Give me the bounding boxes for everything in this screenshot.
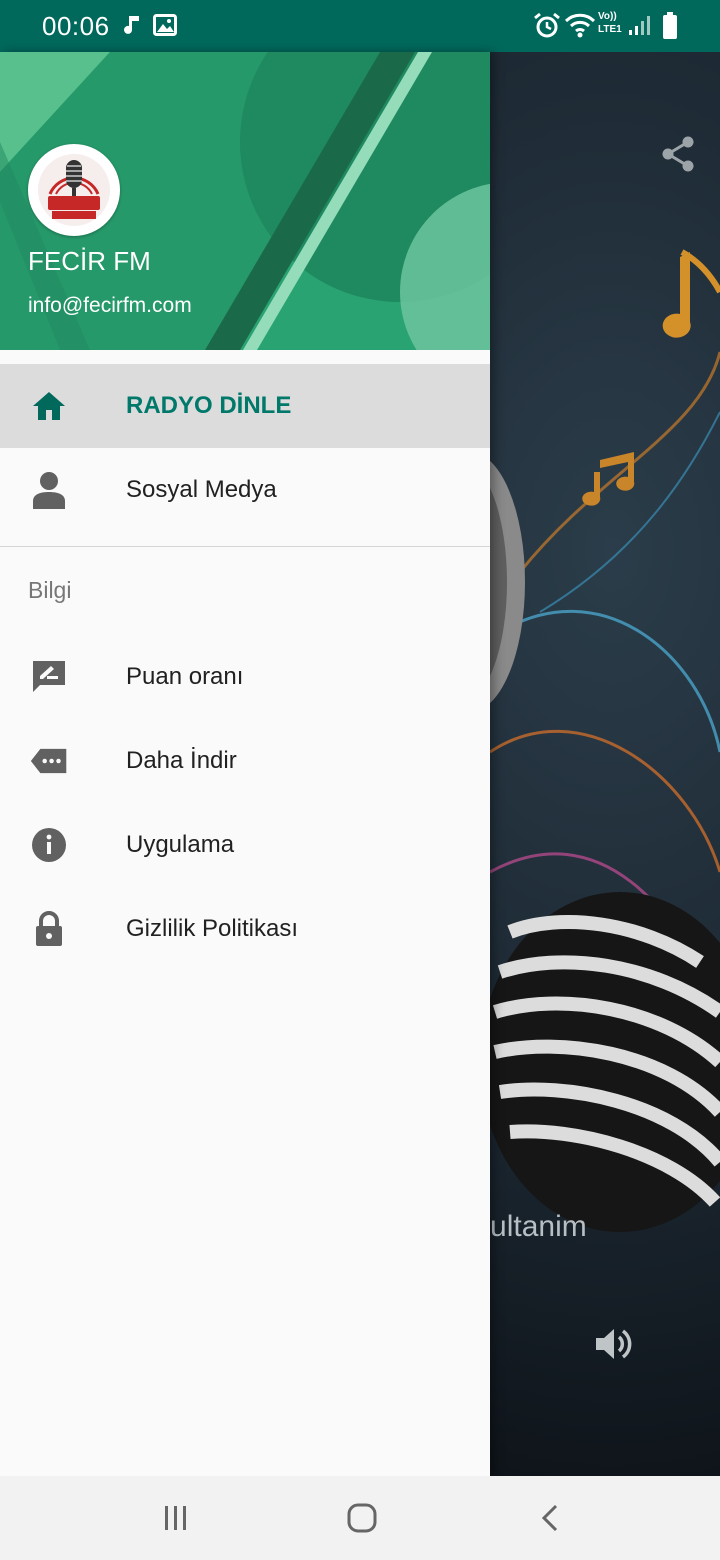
drawer-menu: RADYO DİNLE Sosyal Medya Bilgi Puan oran… [0, 364, 490, 971]
menu-item-label: RADYO DİNLE [126, 392, 292, 419]
menu-item-gizlilik-politikasi[interactable]: Gizlilik Politikası [0, 887, 490, 971]
music-note-icon [122, 14, 142, 43]
section-title: Bilgi [28, 577, 72, 603]
volte-label-bottom: LTE1 [598, 24, 622, 35]
status-bar: 00:06 Vo)) LTE1 [0, 0, 720, 52]
menu-item-sosyal-medya[interactable]: Sosyal Medya [0, 448, 490, 532]
menu-item-label: Gizlilik Politikası [126, 915, 299, 942]
info-icon [30, 827, 68, 863]
battery-icon [662, 12, 678, 45]
menu-item-label: Daha İndir [126, 747, 237, 774]
share-icon[interactable] [660, 134, 696, 174]
drawer-header: FECİR FM info@fecirfm.com [0, 52, 490, 350]
recent-apps-icon[interactable] [156, 1500, 196, 1536]
volume-icon[interactable] [590, 1322, 634, 1366]
menu-item-daha-indir[interactable]: Daha İndir [0, 719, 490, 803]
back-icon[interactable] [530, 1500, 570, 1536]
home-button-icon[interactable] [342, 1500, 382, 1536]
person-icon [30, 472, 68, 509]
drawer-email: info@fecirfm.com [28, 294, 192, 317]
drawer-app-name: FECİR FM [28, 246, 151, 276]
image-icon [153, 14, 177, 41]
menu-item-label: Sosyal Medya [126, 476, 277, 503]
avatar [28, 144, 120, 236]
wifi-icon [564, 12, 596, 43]
menu-item-uygulama[interactable]: Uygulama [0, 803, 490, 887]
lock-icon [30, 911, 68, 947]
menu-item-puan-orani[interactable]: Puan oranı [0, 635, 490, 719]
status-time: 00:06 [42, 11, 110, 41]
fecir-fm-logo [30, 146, 118, 234]
rate-review-icon [30, 659, 68, 695]
menu-item-label: Puan oranı [126, 663, 244, 690]
alarm-icon [533, 12, 561, 45]
menu-item-label: Uygulama [126, 831, 235, 858]
volte-label-top: Vo)) [598, 11, 617, 22]
more-tag-icon [30, 743, 68, 779]
system-nav-bar [0, 1476, 720, 1560]
volte-icon: Vo)) LTE1 [598, 10, 622, 36]
signal-icon [628, 14, 652, 41]
section-header: Bilgi [0, 547, 490, 635]
home-icon [30, 388, 68, 424]
menu-item-radyo-dinle[interactable]: RADYO DİNLE [0, 364, 490, 448]
navigation-drawer: FECİR FM info@fecirfm.com RADYO DİNLE So… [0, 52, 490, 1476]
